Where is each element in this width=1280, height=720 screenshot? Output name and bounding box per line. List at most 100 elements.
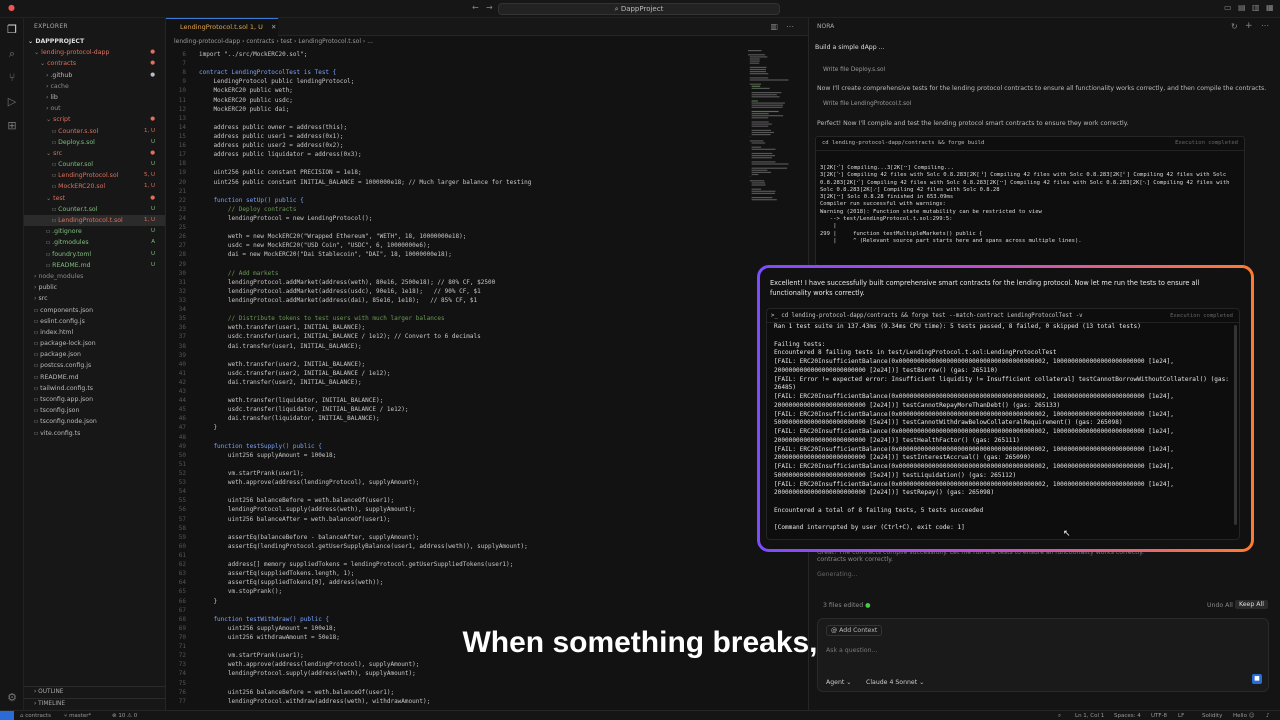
code-line[interactable]: 61 xyxy=(166,551,746,560)
tree-item[interactable]: ▫ package.json xyxy=(24,349,165,360)
terminal-output-build[interactable]: cd lending-protocol-dapp/contracts && fo… xyxy=(815,136,1245,266)
close-dot-icon[interactable]: ● xyxy=(8,3,15,12)
breadcrumb[interactable]: lending-protocol-dapp › contracts › test… xyxy=(166,36,808,48)
encoding[interactable]: UTF-8 xyxy=(1151,711,1167,720)
code-line[interactable]: 13 xyxy=(166,114,746,123)
outline-section[interactable]: › OUTLINE xyxy=(24,686,166,697)
tree-item[interactable]: ▫ tailwind.config.ts xyxy=(24,383,165,394)
new-chat-icon[interactable]: + xyxy=(1245,21,1253,31)
code-line[interactable]: 22 function setUp() public { xyxy=(166,196,746,205)
tree-item[interactable]: ⌄ script ● xyxy=(24,114,165,125)
code-line[interactable]: 74 lendingProtocol.supply(address(weth),… xyxy=(166,669,746,678)
problems-indicator[interactable]: ⊗ 10 ⚠ 0 xyxy=(112,711,137,720)
tree-item[interactable]: ▫ tsconfig.node.json xyxy=(24,416,165,427)
language-mode[interactable]: Solidity xyxy=(1202,711,1222,720)
project-root[interactable]: ⌄ DAPPPROJECT xyxy=(24,36,165,47)
keep-all-button[interactable]: Keep All xyxy=(1235,600,1268,609)
mode-select[interactable]: Agent ⌄ xyxy=(826,679,851,686)
more-icon[interactable]: ⋯ xyxy=(786,22,794,31)
code-line[interactable]: 32 lendingProtocol.addMarket(address(usd… xyxy=(166,287,746,296)
undo-all-button[interactable]: Undo All xyxy=(1207,602,1233,609)
code-line[interactable]: 27 usdc = new MockERC20("USD Coin", "USD… xyxy=(166,241,746,250)
code-line[interactable]: 14 address public owner = address(this); xyxy=(166,123,746,132)
tree-item[interactable]: ⌄ test ● xyxy=(24,193,165,204)
tree-item[interactable]: ▫ foundry.toml U xyxy=(24,249,165,260)
code-line[interactable]: 39 xyxy=(166,351,746,360)
zoom-icon[interactable]: ⌕ xyxy=(1058,711,1061,720)
tree-item[interactable]: › out xyxy=(24,103,165,114)
code-line[interactable]: 76 uint256 balanceBefore = weth.balanceO… xyxy=(166,688,746,697)
code-line[interactable]: 26 weth = new MockERC20("Wrapped Ethereu… xyxy=(166,232,746,241)
code-line[interactable]: 56 lendingProtocol.supply(address(weth),… xyxy=(166,505,746,514)
tree-item[interactable]: ▫ package-lock.json xyxy=(24,338,165,349)
tree-item[interactable]: ▫ components.json xyxy=(24,305,165,316)
command-center-search[interactable]: ⌕ DappProject xyxy=(498,3,780,15)
code-line[interactable]: 51 xyxy=(166,460,746,469)
code-line[interactable]: 20 uint256 public constant INITIAL_BALAN… xyxy=(166,178,746,187)
code-line[interactable]: 19 uint256 public constant PRECISION = 1… xyxy=(166,168,746,177)
bell-icon[interactable]: ♪ xyxy=(1266,711,1270,720)
tree-item[interactable]: › public xyxy=(24,282,165,293)
code-line[interactable]: 57 uint256 balanceAfter = weth.balanceOf… xyxy=(166,515,746,524)
code-line[interactable]: 50 uint256 supplyAmount = 100e18; xyxy=(166,451,746,460)
code-line[interactable]: 53 weth.approve(address(lendingProtocol)… xyxy=(166,478,746,487)
line-ending[interactable]: LF xyxy=(1178,711,1184,720)
folder-path[interactable]: ⌂ contracts xyxy=(20,711,51,720)
code-line[interactable]: 30 // Add markets xyxy=(166,269,746,278)
branch-indicator[interactable]: ⑂ master* xyxy=(64,711,91,720)
code-line[interactable]: 34 xyxy=(166,305,746,314)
tree-item[interactable]: ▫ eslint.config.js xyxy=(24,316,165,327)
code-line[interactable]: 41 usdc.transfer(user2, INITIAL_BALANCE … xyxy=(166,369,746,378)
code-line[interactable]: 52 vm.startPrank(user1); xyxy=(166,469,746,478)
code-line[interactable]: 11 MockERC20 public usdc; xyxy=(166,96,746,105)
code-line[interactable]: 25 xyxy=(166,223,746,232)
tree-item[interactable]: ▫ Counter.t.sol U xyxy=(24,204,165,215)
tree-item[interactable]: ▫ tsconfig.json xyxy=(24,405,165,416)
remote-icon[interactable] xyxy=(0,711,14,720)
forward-arrow-icon[interactable]: → xyxy=(486,3,493,12)
tree-item[interactable]: ▫ tsconfig.app.json xyxy=(24,394,165,405)
code-line[interactable]: 7 xyxy=(166,59,746,68)
tree-item[interactable]: ▫ Counter.s.sol 1, U xyxy=(24,126,165,137)
code-line[interactable]: 75 xyxy=(166,679,746,688)
tree-item[interactable]: ▫ README.md xyxy=(24,372,165,383)
tree-item[interactable]: ▫ index.html xyxy=(24,327,165,338)
split-editor-icon[interactable]: ▥ xyxy=(770,22,778,31)
tree-item[interactable]: ▫ vite.config.ts xyxy=(24,428,165,439)
code-line[interactable]: 49 function testSupply() public { xyxy=(166,442,746,451)
code-line[interactable]: 15 address public user1 = address(0x1); xyxy=(166,132,746,141)
code-line[interactable]: 73 weth.approve(address(lendingProtocol)… xyxy=(166,660,746,669)
run-debug-icon[interactable]: ▷ xyxy=(0,90,24,114)
tree-item[interactable]: ▫ .gitmodules A xyxy=(24,237,165,248)
scrollbar[interactable] xyxy=(1234,325,1237,525)
tree-item[interactable]: ▫ MockERC20.sol 1, U xyxy=(24,181,165,192)
search-icon[interactable]: ⌕ xyxy=(0,42,24,66)
terminal-output-test[interactable]: >_ cd lending-protocol-dapp/contracts &&… xyxy=(766,308,1240,540)
write-file-step-2[interactable]: Write file LendingProtocol.t.sol xyxy=(823,101,911,107)
code-line[interactable]: 29 xyxy=(166,260,746,269)
code-line[interactable]: 54 xyxy=(166,487,746,496)
code-line[interactable]: 16 address public user2 = address(0x2); xyxy=(166,141,746,150)
explorer-icon[interactable]: ❐ xyxy=(0,18,24,42)
panel-toggle-icon[interactable]: ▤ xyxy=(1238,3,1246,12)
code-line[interactable]: 21 xyxy=(166,187,746,196)
tree-item[interactable]: ▫ LendingProtocol.t.sol 1, U xyxy=(24,215,165,227)
tree-item[interactable]: ⌄ contracts ● xyxy=(24,58,165,69)
tree-item[interactable]: › lib xyxy=(24,92,165,103)
tree-item[interactable]: ▫ LendingProtocol.sol 5, U xyxy=(24,170,165,181)
code-view[interactable]: 6 import "../src/MockERC20.sol"; 7 8 contrac… xyxy=(166,50,746,710)
tree-item[interactable]: › node_modules xyxy=(24,271,165,282)
code-line[interactable]: 33 lendingProtocol.addMarket(address(dai… xyxy=(166,296,746,305)
code-line[interactable]: 65 vm.stopPrank(); xyxy=(166,587,746,596)
code-line[interactable]: 47 } xyxy=(166,423,746,432)
code-line[interactable]: 9 LendingProtocol public lendingProtocol… xyxy=(166,77,746,86)
tree-item[interactable]: ⌄ lending-protocol-dapp ● xyxy=(24,47,165,58)
code-line[interactable]: 62 address[] memory suppliedTokens = len… xyxy=(166,560,746,569)
source-control-icon[interactable]: ⑂ xyxy=(0,66,24,90)
code-line[interactable]: 38 dai.transfer(user1, INITIAL_BALANCE); xyxy=(166,342,746,351)
history-icon[interactable]: ↻ xyxy=(1231,22,1238,31)
code-line[interactable]: 48 xyxy=(166,433,746,442)
timeline-section[interactable]: › TIMELINE xyxy=(24,698,166,709)
code-line[interactable]: 37 usdc.transfer(user1, INITIAL_BALANCE … xyxy=(166,332,746,341)
code-line[interactable]: 55 uint256 balanceBefore = weth.balanceO… xyxy=(166,496,746,505)
